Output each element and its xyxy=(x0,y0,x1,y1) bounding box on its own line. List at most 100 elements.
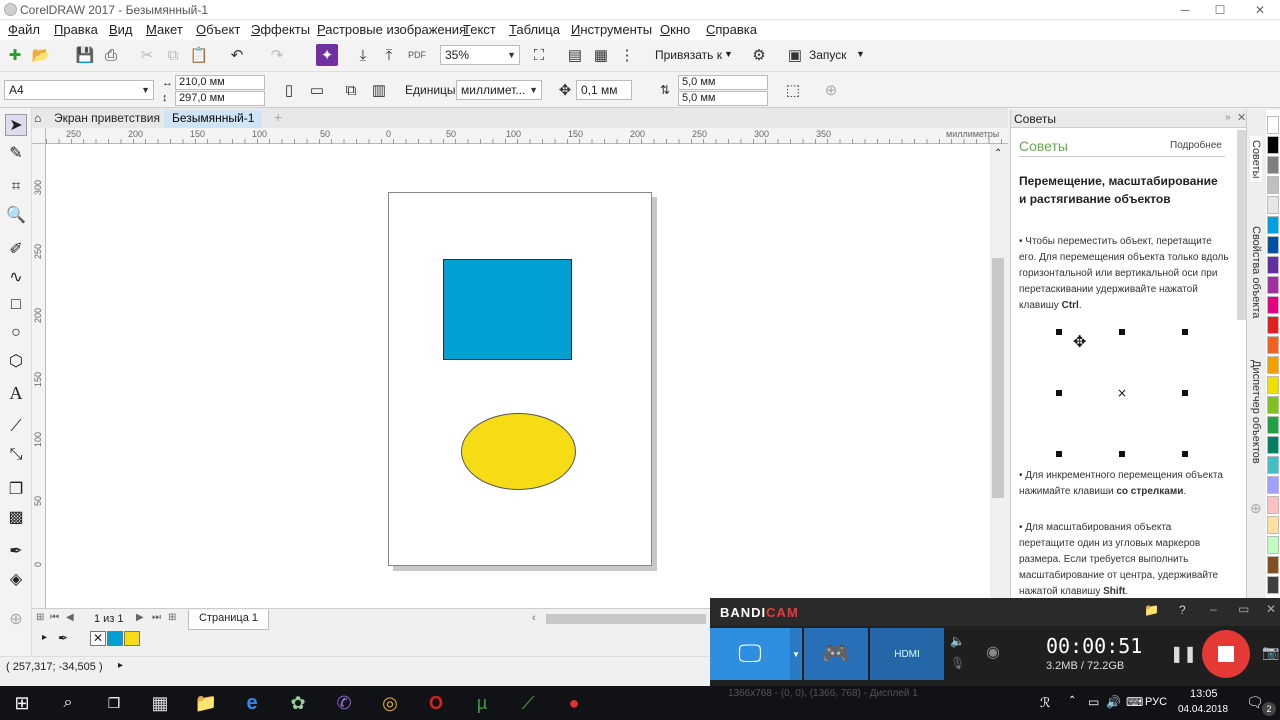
utorrent-icon[interactable]: µ xyxy=(466,690,498,716)
palette-swatch[interactable] xyxy=(1267,116,1279,134)
show-guides-icon[interactable]: ⋮ xyxy=(616,44,638,66)
palette-swatch[interactable] xyxy=(1267,496,1279,514)
paper-size-combo[interactable]: A4 ▼ xyxy=(4,80,154,100)
menu-table[interactable]: Таблица xyxy=(509,22,560,37)
bandicam-taskbar-icon[interactable]: ● xyxy=(558,690,590,716)
side-tab-hints[interactable]: Советы xyxy=(1250,136,1262,183)
connector-tool-icon[interactable]: ⤡ xyxy=(5,444,27,466)
full-screen-icon[interactable]: ⛶ xyxy=(528,44,550,66)
game-mode-button[interactable]: 🎮 xyxy=(804,628,868,680)
menu-text[interactable]: Текст xyxy=(463,22,496,37)
maximize-button[interactable]: ☐ xyxy=(1205,0,1235,20)
menu-file[interactable]: Файл xyxy=(8,22,40,37)
palette-swatch[interactable] xyxy=(1267,176,1279,194)
save-icon[interactable]: 💾 xyxy=(74,44,96,66)
ellipse-tool-icon[interactable]: ○ xyxy=(5,322,27,344)
menu-effects[interactable]: Эффекты xyxy=(251,22,310,37)
user-icon[interactable]: ℛ xyxy=(1040,695,1050,711)
start-windows-icon[interactable]: ⊞ xyxy=(6,690,38,716)
opera-icon[interactable]: O xyxy=(420,690,452,716)
ruler-origin[interactable] xyxy=(32,128,46,144)
duplicate-x-field[interactable]: 5,0 мм xyxy=(678,75,768,90)
vertical-scrollbar[interactable]: ⌃ xyxy=(990,144,1008,608)
copy-icon[interactable]: ⧉ xyxy=(162,44,184,66)
shape-tool-icon[interactable]: ✎ xyxy=(5,142,27,164)
show-hidden-icons[interactable]: ⌃ xyxy=(1068,695,1076,706)
current-page-icon[interactable]: ▥ xyxy=(368,79,390,101)
file-explorer-icon[interactable]: 📁 xyxy=(190,690,222,716)
expand-icon[interactable]: » xyxy=(1225,112,1231,123)
horizontal-scroll-thumb[interactable] xyxy=(546,614,706,624)
new-document-icon[interactable]: ✚ xyxy=(4,44,26,66)
palette-swatch[interactable] xyxy=(1267,136,1279,154)
palette-swatch[interactable] xyxy=(1267,476,1279,494)
palette-swatch[interactable] xyxy=(1267,416,1279,434)
menu-bitmaps[interactable]: Растровые изображения xyxy=(317,22,466,37)
add-page-before-icon[interactable]: ⊞ xyxy=(36,612,44,623)
menu-tools[interactable]: Инструменты xyxy=(571,22,652,37)
drawing-canvas[interactable] xyxy=(46,144,990,608)
add-icon[interactable]: ⊕ xyxy=(820,79,842,101)
volume-icon[interactable]: 🔊 xyxy=(1106,695,1121,709)
open-icon[interactable]: 📂 xyxy=(30,44,52,66)
all-pages-icon[interactable]: ⧉ xyxy=(340,79,362,101)
menu-window[interactable]: Окно xyxy=(660,22,690,37)
palette-swatch[interactable] xyxy=(1267,436,1279,454)
zoom-combo[interactable]: 35% ▼ xyxy=(440,45,520,65)
palette-swatch[interactable] xyxy=(1267,456,1279,474)
add-page-after-icon[interactable]: ⊞ xyxy=(168,612,176,623)
edge-browser-icon[interactable]: e xyxy=(236,690,268,716)
task-view-icon[interactable]: ❐ xyxy=(98,690,130,716)
side-tab-object-manager[interactable]: Диспетчер объектов xyxy=(1250,360,1262,464)
palette-swatch[interactable] xyxy=(1267,376,1279,394)
tab-welcome-screen[interactable]: Экран приветствия xyxy=(46,110,168,128)
landscape-icon[interactable]: ▭ xyxy=(306,79,328,101)
add-tool-icon[interactable]: ⊕ xyxy=(5,608,27,630)
palette-swatch[interactable] xyxy=(1267,316,1279,334)
clock-time[interactable]: 13:05 xyxy=(1190,688,1218,700)
palette-swatch[interactable] xyxy=(1267,276,1279,294)
palette-swatch[interactable] xyxy=(1267,556,1279,574)
palette-menu-icon[interactable]: ▸ xyxy=(42,632,47,643)
menu-view[interactable]: Вид xyxy=(109,22,133,37)
keyboard-icon[interactable]: ⌨ xyxy=(1126,695,1143,709)
pdf-icon[interactable]: PDF xyxy=(406,44,428,66)
chrome-icon[interactable]: ◎ xyxy=(374,690,406,716)
import-icon[interactable]: ⤓ xyxy=(352,44,374,66)
export-icon[interactable]: ⤒ xyxy=(378,44,400,66)
blue-rectangle[interactable] xyxy=(443,259,572,360)
eyedropper-icon[interactable]: ✒ xyxy=(5,540,27,562)
close-icon[interactable]: ✕ xyxy=(1266,602,1276,616)
print-icon[interactable]: ⎙ xyxy=(100,44,122,66)
drawing-page[interactable] xyxy=(388,192,652,566)
network-icon[interactable]: ▭ xyxy=(1088,695,1099,709)
help-icon[interactable]: ? xyxy=(1179,603,1186,617)
dimension-tool-icon[interactable]: ⟋ xyxy=(5,416,27,438)
palette-swatch[interactable] xyxy=(1267,356,1279,374)
palette-swatch[interactable] xyxy=(1267,396,1279,414)
scroll-left-icon[interactable]: ‹ xyxy=(532,612,536,624)
menu-layout[interactable]: Макет xyxy=(146,22,183,37)
screen-mode-dropdown[interactable]: ▼ xyxy=(790,628,802,680)
launch-dropdown[interactable]: Запуск xyxy=(809,48,847,62)
palette-swatch[interactable] xyxy=(1267,536,1279,554)
menu-object[interactable]: Объект xyxy=(196,22,240,37)
side-tab-object-properties[interactable]: Свойства объекта xyxy=(1250,226,1262,318)
scroll-up-icon[interactable]: ⌃ xyxy=(994,148,1002,159)
rectangle-tool-icon[interactable]: □ xyxy=(5,294,27,316)
next-page-icon[interactable]: ▶ xyxy=(136,612,144,623)
artistic-media-icon[interactable]: ∿ xyxy=(5,266,27,288)
palette-swatch[interactable] xyxy=(1267,216,1279,234)
no-color-swatch[interactable]: ✕ xyxy=(90,631,106,646)
page-height-field[interactable]: 297,0 мм xyxy=(175,91,265,106)
menu-help[interactable]: Справка xyxy=(706,22,757,37)
stop-button[interactable] xyxy=(1202,630,1250,678)
speaker-icon[interactable]: 🔈 xyxy=(950,634,965,648)
last-page-icon[interactable]: ⏭ xyxy=(152,612,161,623)
palette-swatch[interactable] xyxy=(1267,576,1279,594)
close-icon[interactable]: ✕ xyxy=(1237,111,1246,124)
duplicate-y-field[interactable]: 5,0 мм xyxy=(678,91,768,106)
microphone-icon[interactable]: 🎙 xyxy=(950,656,965,670)
cut-icon[interactable]: ✂ xyxy=(136,44,158,66)
palette-swatch[interactable] xyxy=(1267,256,1279,274)
